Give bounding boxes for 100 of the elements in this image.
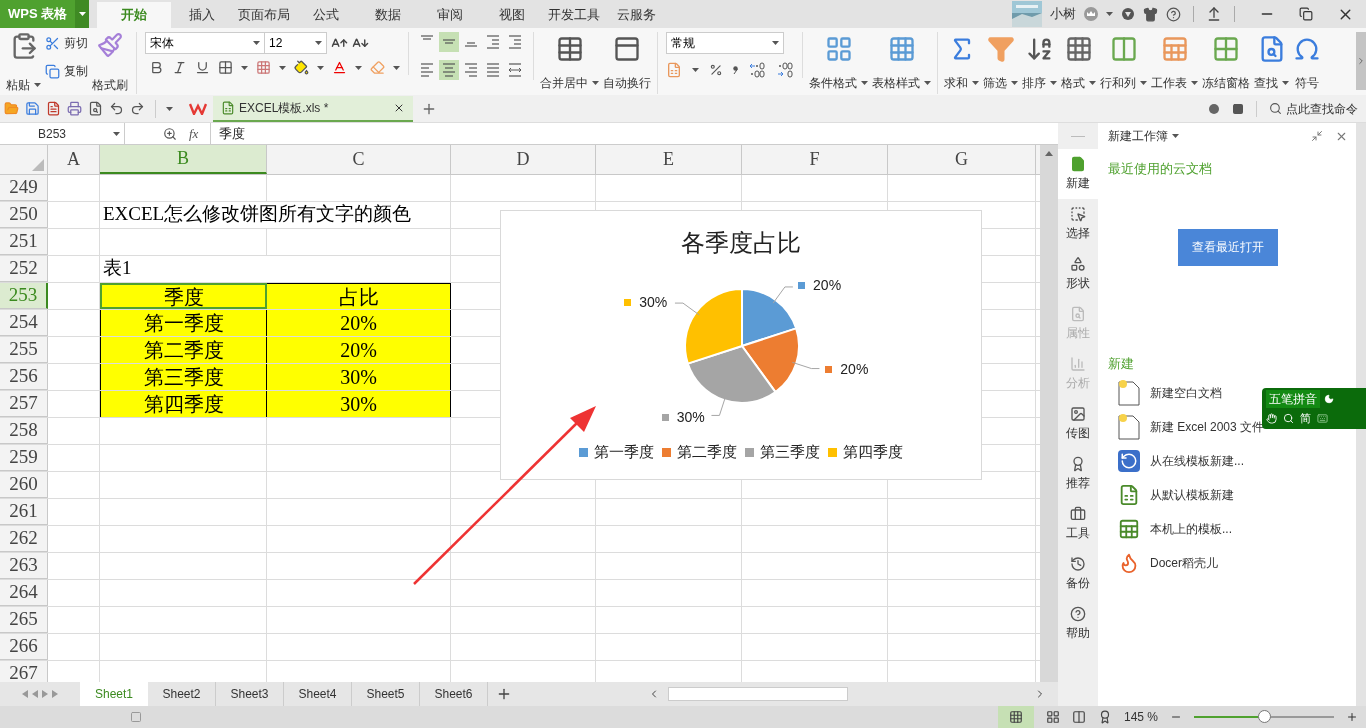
side-tab[interactable]: 帮助 — [1058, 599, 1098, 649]
moon-icon[interactable] — [1324, 394, 1334, 404]
borders-icon[interactable] — [218, 60, 233, 75]
reading-layout-icon[interactable] — [1071, 710, 1086, 724]
paste-button[interactable]: 粘贴 — [6, 32, 41, 94]
side-tab[interactable]: 传图 — [1058, 399, 1098, 449]
table-cell[interactable]: 30% — [267, 391, 451, 417]
menu-tab[interactable]: 数据 — [357, 2, 420, 28]
window-top-icon[interactable] — [1206, 6, 1222, 22]
skin-icon[interactable] — [1143, 6, 1158, 22]
table-cell[interactable]: 季度 — [100, 283, 267, 309]
underline-icon[interactable] — [195, 60, 210, 75]
script-mode-label[interactable]: 简 — [1300, 410, 1311, 427]
table-cell[interactable]: 第二季度 — [100, 337, 267, 363]
ribbon-button[interactable]: 格式 — [1059, 32, 1098, 94]
ime-toolbar[interactable]: 五笔拼音 简 — [1262, 388, 1366, 429]
name-box[interactable]: B253 — [0, 123, 125, 144]
align-icon[interactable] — [439, 60, 459, 80]
user-name[interactable]: 小树 — [1050, 4, 1076, 24]
layout-icon[interactable] — [1232, 102, 1244, 115]
side-tab[interactable]: 新建 — [1058, 149, 1098, 199]
new-option[interactable]: Docer稻壳儿 — [1118, 551, 1218, 575]
menu-tab[interactable]: 审阅 — [419, 2, 482, 28]
percent-icon[interactable] — [709, 63, 723, 77]
ribbon-button[interactable]: 自动换行 — [601, 32, 653, 94]
row-header[interactable]: 266 — [0, 634, 48, 660]
ribbon-button[interactable]: 符号 — [1291, 32, 1323, 94]
row-header[interactable]: 261 — [0, 499, 48, 525]
ribbon-button[interactable]: 筛选 — [981, 32, 1020, 94]
ribbon-button[interactable]: 查找 — [1252, 32, 1291, 94]
menu-tab[interactable]: 视图 — [481, 2, 544, 28]
vertical-scrollbar[interactable] — [1040, 145, 1058, 682]
font-size-field[interactable]: 12 — [265, 32, 327, 54]
sheet-tab[interactable]: Sheet1 — [80, 682, 148, 706]
ribbon-button[interactable]: 表格样式 — [870, 32, 933, 94]
table-cell[interactable]: 占比 — [267, 283, 451, 309]
preview-icon[interactable] — [88, 101, 103, 116]
ime-mode-label[interactable]: 五笔拼音 — [1266, 390, 1320, 408]
dock-icon[interactable] — [1311, 130, 1323, 142]
column-header[interactable]: B — [100, 145, 267, 174]
new-option[interactable]: 新建空白文档 — [1118, 381, 1222, 405]
increase-decimal-icon[interactable] — [748, 62, 766, 78]
row-header[interactable]: 255 — [0, 337, 48, 363]
side-tab[interactable]: 工具 — [1058, 499, 1098, 549]
search-icon[interactable] — [1283, 412, 1294, 424]
row-header[interactable]: 267 — [0, 661, 48, 682]
keyboard-icon[interactable] — [1317, 412, 1328, 424]
italic-icon[interactable] — [172, 60, 187, 75]
side-tab[interactable]: 选择 — [1058, 199, 1098, 249]
menu-tab[interactable]: 公式 — [295, 2, 358, 28]
currency-icon[interactable] — [666, 62, 682, 78]
command-search-field[interactable]: 点此查找命令 — [1269, 99, 1358, 118]
restore-icon[interactable] — [1299, 7, 1313, 21]
panel-title[interactable]: 新建工作簿 — [1108, 127, 1179, 145]
ribbon-button[interactable]: 工作表 — [1149, 32, 1200, 94]
function-button[interactable]: fx — [189, 123, 199, 144]
row-header[interactable]: 263 — [0, 553, 48, 579]
row-header[interactable]: 257 — [0, 391, 48, 417]
table-cell[interactable]: 表1 — [100, 256, 451, 282]
new-option[interactable]: 从默认模板新建 — [1118, 483, 1234, 507]
side-tab[interactable]: 形状 — [1058, 249, 1098, 299]
ribbon-button[interactable]: 行和列 — [1098, 32, 1149, 94]
cut-button[interactable]: 剪切 — [45, 34, 88, 52]
table-cell[interactable]: 第一季度 — [100, 310, 267, 336]
chart-card[interactable]: 各季度占比 20% 20% 30% 30% 第一季度 第二季度 第三季度 第四季度 — [500, 210, 982, 480]
row-header[interactable]: 250 — [0, 202, 48, 228]
menu-tab[interactable]: 开始 — [97, 2, 172, 28]
new-option[interactable]: 本机上的模板... — [1118, 517, 1232, 541]
side-tab[interactable]: 推荐 — [1058, 449, 1098, 499]
expand-icon[interactable] — [1356, 56, 1366, 66]
side-tab[interactable]: 备份 — [1058, 549, 1098, 599]
row-header[interactable]: 262 — [0, 526, 48, 552]
menu-tab[interactable]: 插入 — [171, 2, 234, 28]
decrease-decimal-icon[interactable] — [776, 62, 794, 78]
cell-style-icon[interactable] — [256, 60, 271, 75]
column-header[interactable]: C — [267, 145, 451, 174]
row-header[interactable]: 265 — [0, 607, 48, 633]
fill-color-icon[interactable] — [294, 60, 309, 75]
row-header[interactable]: 258 — [0, 418, 48, 444]
page-break-icon[interactable] — [1045, 710, 1060, 724]
normal-view-icon[interactable] — [1008, 710, 1023, 724]
column-header[interactable]: G — [888, 145, 1036, 174]
row-header[interactable]: 260 — [0, 472, 48, 498]
format-painter-button[interactable]: 格式刷 — [92, 32, 128, 94]
zoom-in-icon[interactable] — [1346, 711, 1358, 723]
row-header[interactable]: 251 — [0, 229, 48, 255]
add-sheet-icon[interactable] — [496, 686, 512, 702]
save-icon[interactable] — [25, 101, 40, 116]
table-cell[interactable]: 20% — [267, 337, 451, 363]
table-cell[interactable]: 20% — [267, 310, 451, 336]
menu-tab[interactable]: 开发工具 — [543, 2, 606, 28]
column-header[interactable]: D — [451, 145, 596, 174]
help-icon[interactable] — [1166, 6, 1181, 22]
table-cell[interactable]: EXCEL怎么修改饼图所有文字的颜色 — [100, 202, 451, 228]
table-cell[interactable]: 第三季度 — [100, 364, 267, 390]
panel-scrollbar[interactable] — [1356, 123, 1366, 706]
copy-button[interactable]: 复制 — [45, 62, 88, 80]
comma-icon[interactable] — [733, 66, 738, 74]
font-color-icon[interactable] — [332, 60, 347, 75]
export-icon[interactable] — [46, 101, 61, 116]
